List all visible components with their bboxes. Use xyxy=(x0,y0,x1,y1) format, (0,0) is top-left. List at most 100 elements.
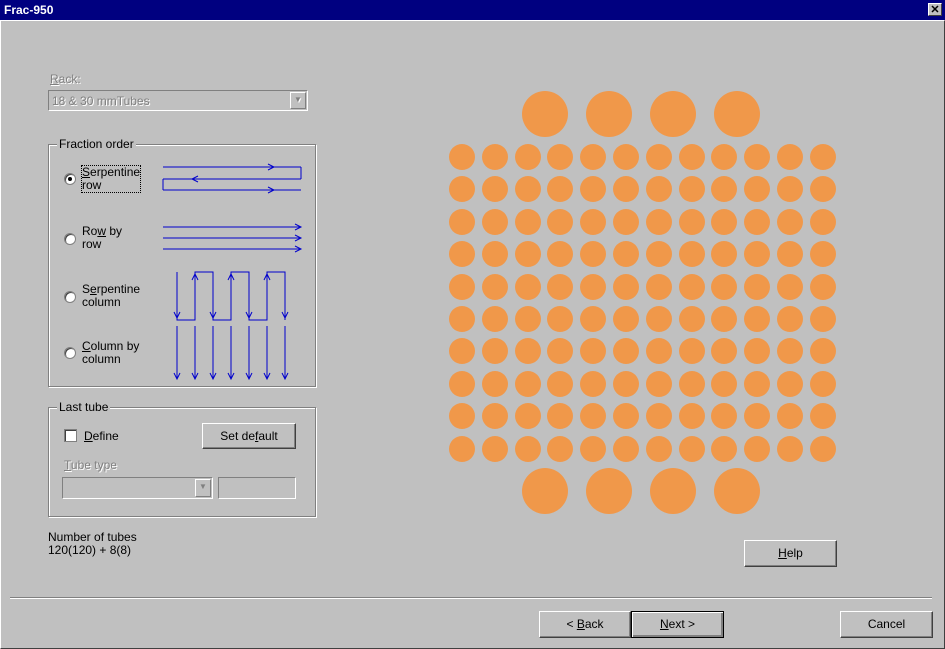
close-button[interactable]: ✕ xyxy=(928,3,942,16)
tube-well xyxy=(514,241,541,268)
tube-well xyxy=(449,241,475,268)
tube-well xyxy=(514,370,541,397)
tube-well xyxy=(547,273,574,300)
tube-well xyxy=(809,306,836,332)
tube-well xyxy=(514,338,541,365)
column-by-column-radio[interactable] xyxy=(64,347,76,359)
tube-well xyxy=(744,370,771,397)
last-tube-number-field[interactable] xyxy=(218,477,296,499)
tube-well xyxy=(678,273,705,300)
tube-well xyxy=(678,176,705,203)
tube-well xyxy=(711,144,738,170)
tube-well xyxy=(514,176,541,203)
tube-well xyxy=(514,208,541,235)
tube-count: Number of tubes 120(120) + 8(8) xyxy=(48,531,137,557)
last-tube-title: Last tube xyxy=(57,400,111,414)
large-tube-well xyxy=(650,91,696,137)
tube-well xyxy=(777,241,803,268)
tube-well xyxy=(645,241,672,268)
tube-well xyxy=(777,144,803,170)
tube-well xyxy=(678,403,705,430)
cbcM-text: Column by xyxy=(82,339,140,353)
backBtn-text: < Back xyxy=(566,617,604,631)
define-checkbox[interactable] xyxy=(64,429,77,442)
row-by-row-radio[interactable] xyxy=(64,233,76,245)
tube-well xyxy=(711,208,738,235)
tube-well xyxy=(449,208,475,235)
set-default-button[interactable]: Set default xyxy=(202,423,296,449)
tube-well xyxy=(613,435,639,462)
serpentine-row-label-line1: Serpentine xyxy=(82,165,141,179)
tube-well xyxy=(678,208,705,235)
tube-well xyxy=(777,370,803,397)
tube-well xyxy=(711,306,738,332)
tube-well xyxy=(449,370,475,397)
tube-well xyxy=(711,338,738,365)
fraction-order-title: Fraction order xyxy=(57,137,136,151)
row-by-row-label-line2: row xyxy=(82,237,102,251)
tube-well xyxy=(580,241,607,268)
serpentine-row-radio[interactable] xyxy=(64,173,76,185)
column-by-column-label[interactable]: Column by column xyxy=(82,340,139,366)
serpentine-row-label[interactable]: Serpentine row xyxy=(80,165,142,193)
tube-well xyxy=(777,403,803,430)
tube-well xyxy=(580,273,607,300)
tube-well xyxy=(547,176,574,203)
serpentine-column-radio[interactable] xyxy=(64,291,76,303)
tube-well xyxy=(678,370,705,397)
tube-well xyxy=(580,403,607,430)
tube-well xyxy=(744,306,771,332)
tube-well xyxy=(580,208,607,235)
tube-well xyxy=(744,241,771,268)
tube-well xyxy=(547,403,574,430)
tube-well xyxy=(547,144,574,170)
help-button[interactable]: Help xyxy=(744,540,837,567)
rack-select[interactable]: 18 & 30 mmTubes ▼ xyxy=(48,90,308,111)
large-tube-well xyxy=(586,91,632,137)
tube-well xyxy=(645,338,672,365)
tube-type-label: Tube type xyxy=(64,458,117,472)
tube-well xyxy=(645,273,672,300)
tube-well xyxy=(514,144,541,170)
next-button[interactable]: Next > xyxy=(631,611,724,638)
tube-well xyxy=(678,144,705,170)
tube-well xyxy=(547,370,574,397)
tube-well xyxy=(645,435,672,462)
tube-well xyxy=(809,338,836,365)
large-tube-well xyxy=(714,91,760,137)
tube-well xyxy=(613,338,639,365)
serpentine-row-icon xyxy=(162,163,302,194)
serpentine-column-label[interactable]: Serpentine column xyxy=(82,283,140,309)
tube-well xyxy=(711,176,738,203)
tube-well xyxy=(744,435,771,462)
tube-well xyxy=(449,306,475,332)
close-icon: ✕ xyxy=(930,4,940,16)
define-label[interactable]: Define xyxy=(84,429,119,443)
tube-well xyxy=(547,306,574,332)
rack-select-value: 18 & 30 mmTubes xyxy=(52,94,150,108)
separator xyxy=(10,597,932,599)
tube-well xyxy=(711,403,738,430)
tube-well xyxy=(449,403,475,430)
tube-well xyxy=(481,435,508,462)
tube-well xyxy=(678,306,705,332)
rack-label: Rack: xyxy=(50,72,81,86)
tube-well xyxy=(777,435,803,462)
tube-well xyxy=(809,273,836,300)
back-button[interactable]: < Back xyxy=(539,611,631,638)
column-by-column-icon xyxy=(173,326,289,381)
tube-count-value: 120(120) + 8(8) xyxy=(48,543,132,557)
tube-type-select[interactable]: ▼ xyxy=(62,477,213,499)
tube-well xyxy=(547,208,574,235)
tube-well xyxy=(744,403,771,430)
tube-well xyxy=(514,403,541,430)
tube-well xyxy=(744,273,771,300)
nextBtn-text: Next > xyxy=(659,617,696,631)
tube-well xyxy=(481,273,508,300)
cancel-button[interactable]: Cancel xyxy=(840,611,933,638)
tube-well xyxy=(613,306,639,332)
tube-well xyxy=(481,403,508,430)
row-by-row-label[interactable]: Row by row xyxy=(82,225,122,251)
tube-well xyxy=(777,176,803,203)
tube-well xyxy=(809,241,836,268)
